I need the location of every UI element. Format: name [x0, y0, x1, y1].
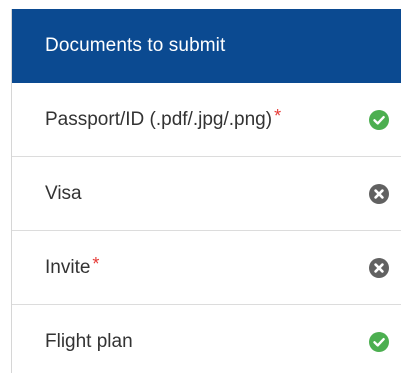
panel-header: Documents to submit — [12, 9, 401, 83]
document-label: Invite * — [45, 253, 100, 278]
check-icon — [369, 332, 389, 352]
document-label: Passport/ID (.pdf/.jpg/.png) * — [45, 105, 282, 130]
document-row-passport[interactable]: Passport/ID (.pdf/.jpg/.png) * — [12, 83, 401, 157]
x-icon — [369, 257, 389, 278]
x-icon — [369, 183, 389, 204]
panel-title: Documents to submit — [45, 35, 226, 56]
document-row-invite[interactable]: Invite * — [12, 231, 401, 305]
document-row-visa[interactable]: Visa — [12, 157, 401, 231]
check-icon — [369, 109, 389, 130]
required-asterisk: * — [274, 105, 282, 126]
document-row-flight-plan[interactable]: Flight plan — [12, 305, 401, 379]
document-label: Visa — [45, 182, 82, 204]
documents-panel: Documents to submit Passport/ID (.pdf/.j… — [11, 9, 401, 373]
document-label: Flight plan — [45, 331, 133, 352]
required-asterisk: * — [92, 253, 100, 274]
